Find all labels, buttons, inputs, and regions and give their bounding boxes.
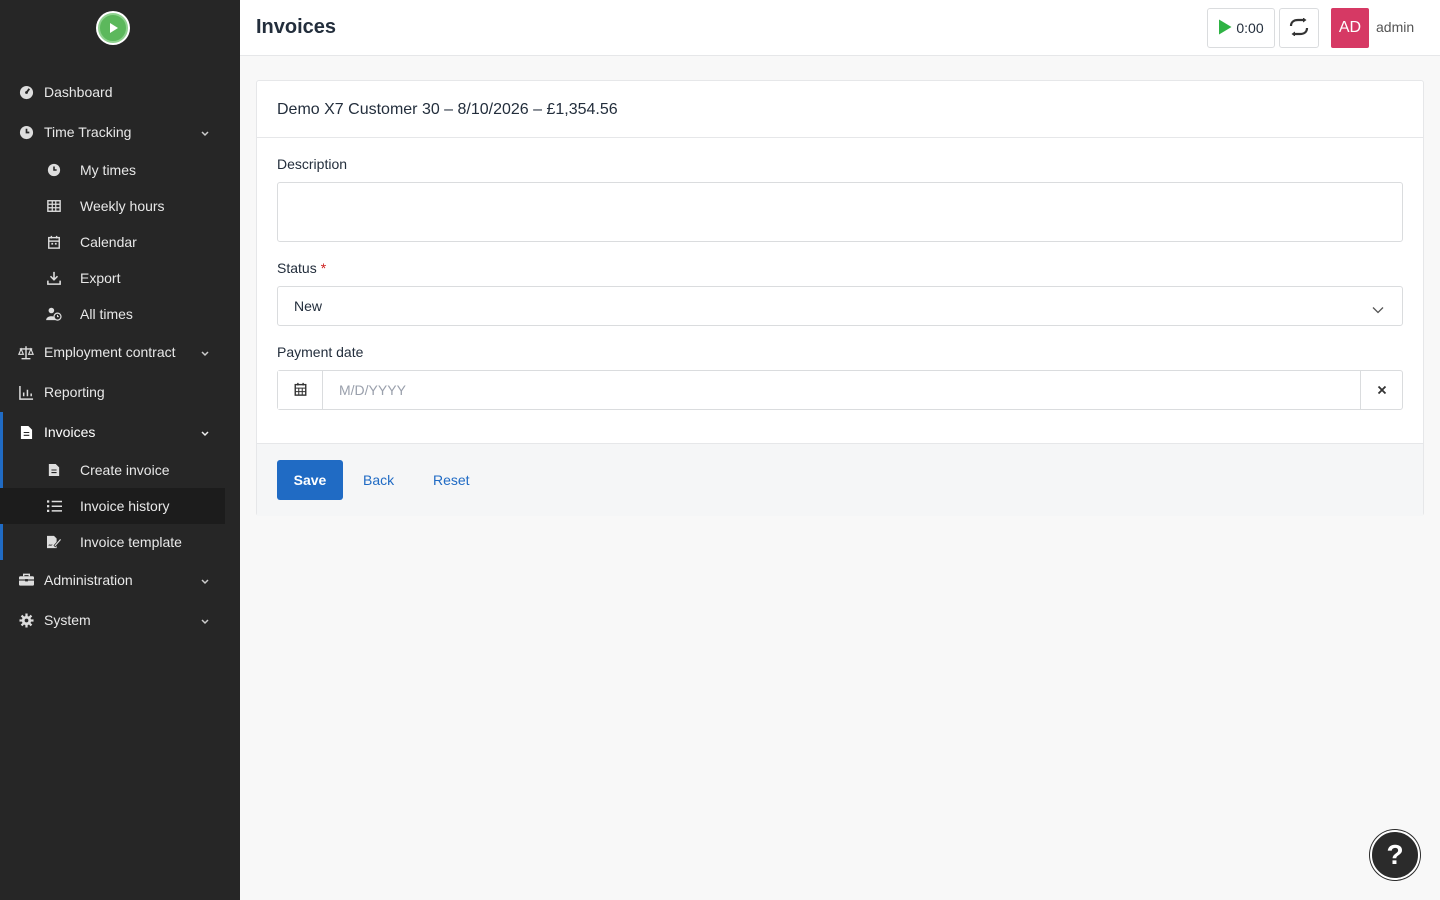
sidebar-item-invoices[interactable]: Invoices	[0, 412, 240, 452]
sidebar-item-label: Export	[80, 270, 121, 286]
payment-date-label: Payment date	[277, 344, 364, 360]
back-button[interactable]: Back	[363, 472, 394, 488]
sidebar-item-label: Dashboard	[44, 84, 113, 100]
sidebar-item-label: Employment contract	[44, 344, 176, 360]
dashboard-icon	[18, 84, 34, 100]
status-select[interactable]: New	[277, 286, 1403, 326]
reset-button[interactable]: Reset	[433, 472, 470, 488]
close-icon	[1377, 382, 1387, 398]
sidebar-item-create-invoice[interactable]: Create invoice	[0, 452, 240, 488]
sidebar-item-export[interactable]: Export	[0, 260, 240, 296]
sidebar-item-label: Invoices	[44, 424, 96, 440]
file-invoice-icon	[46, 462, 62, 478]
avatar[interactable]: AD	[1331, 8, 1369, 48]
chevron-down-icon	[200, 345, 210, 361]
toolbox-icon	[18, 572, 34, 588]
list-icon	[46, 498, 62, 514]
user-clock-icon	[46, 306, 62, 322]
payment-date-picker: M/D/YYYY	[277, 370, 1403, 410]
download-icon	[46, 270, 62, 286]
file-invoice-icon	[18, 424, 34, 440]
calendar-button[interactable]	[278, 371, 323, 409]
calendar-icon	[46, 234, 62, 250]
sidebar-item-label: Time Tracking	[44, 124, 132, 140]
app-logo[interactable]	[96, 11, 130, 45]
sidebar-item-label: Administration	[44, 572, 133, 588]
table-icon	[46, 198, 62, 214]
save-button[interactable]: Save	[277, 460, 343, 500]
chevron-down-icon	[1372, 301, 1384, 317]
chart-icon	[18, 384, 34, 400]
sync-button[interactable]	[1279, 8, 1319, 48]
clear-date-button[interactable]	[1360, 371, 1402, 409]
sidebar-item-label: My times	[80, 162, 136, 178]
sidebar-item-label: Calendar	[80, 234, 137, 250]
required-marker: *	[320, 260, 327, 276]
calendar-icon	[294, 382, 307, 399]
sidebar-item-label: Weekly hours	[80, 198, 165, 214]
gear-icon	[18, 612, 34, 628]
sidebar-item-employment-contract[interactable]: Employment contract	[0, 332, 240, 372]
sidebar-item-administration[interactable]: Administration	[0, 560, 240, 600]
sidebar-item-invoice-history[interactable]: Invoice history	[0, 488, 225, 524]
sidebar-item-time-tracking[interactable]: Time Tracking	[0, 112, 240, 152]
sidebar-item-all-times[interactable]: All times	[0, 296, 240, 332]
sidebar-item-label: Invoice history	[80, 498, 170, 514]
sidebar-item-dashboard[interactable]: Dashboard	[0, 72, 240, 112]
sidebar-item-reporting[interactable]: Reporting	[0, 372, 240, 412]
chevron-down-icon	[200, 125, 210, 141]
balance-scale-icon	[18, 344, 34, 360]
sidebar: Dashboard Time Tracking My times Weekly …	[0, 0, 240, 900]
clock-icon	[46, 162, 62, 178]
sidebar-item-label: Invoice template	[80, 534, 182, 550]
payment-date-input[interactable]: M/D/YYYY	[323, 371, 1360, 409]
chevron-down-icon	[200, 613, 210, 629]
top-header: Invoices 0:00 AD admin	[240, 0, 1440, 56]
play-icon	[1218, 19, 1232, 38]
page-title: Invoices	[256, 16, 337, 38]
card-footer: Save Back Reset	[257, 443, 1423, 516]
timer-display: 0:00	[1236, 20, 1264, 36]
sidebar-item-my-times[interactable]: My times	[0, 152, 240, 188]
play-logo-icon	[98, 13, 128, 43]
card-body: Description Status * New Payment date M/D…	[257, 138, 1423, 443]
card-title: Demo X7 Customer 30 – 8/10/2026 – £1,354…	[257, 81, 1423, 138]
start-timer-button[interactable]: 0:00	[1207, 8, 1275, 48]
sidebar-item-label: Reporting	[44, 384, 105, 400]
status-label-text: Status	[277, 260, 317, 276]
sidebar-item-invoice-template[interactable]: Invoice template	[0, 524, 240, 560]
file-signature-icon	[46, 534, 62, 550]
chevron-down-icon	[200, 425, 210, 441]
sidebar-item-label: All times	[80, 306, 133, 322]
sidebar-item-system[interactable]: System	[0, 600, 240, 640]
sidebar-item-label: System	[44, 612, 91, 628]
invoice-edit-card: Demo X7 Customer 30 – 8/10/2026 – £1,354…	[256, 80, 1424, 516]
username-label[interactable]: admin	[1376, 19, 1414, 35]
sidebar-group-invoices: Invoices Create invoice Invoice history	[0, 412, 240, 560]
chevron-down-icon	[200, 573, 210, 589]
sidebar-item-calendar[interactable]: Calendar	[0, 224, 240, 260]
status-selected-value: New	[294, 298, 323, 314]
sidebar-nav: Dashboard Time Tracking My times Weekly …	[0, 72, 240, 640]
sidebar-item-label: Create invoice	[80, 462, 170, 478]
sidebar-item-weekly-hours[interactable]: Weekly hours	[0, 188, 240, 224]
status-label: Status *	[277, 260, 326, 276]
sync-icon	[1288, 17, 1310, 39]
description-label: Description	[277, 156, 348, 172]
description-textarea[interactable]	[277, 182, 1403, 242]
clock-icon	[18, 124, 34, 140]
help-button[interactable]: ?	[1370, 830, 1420, 880]
